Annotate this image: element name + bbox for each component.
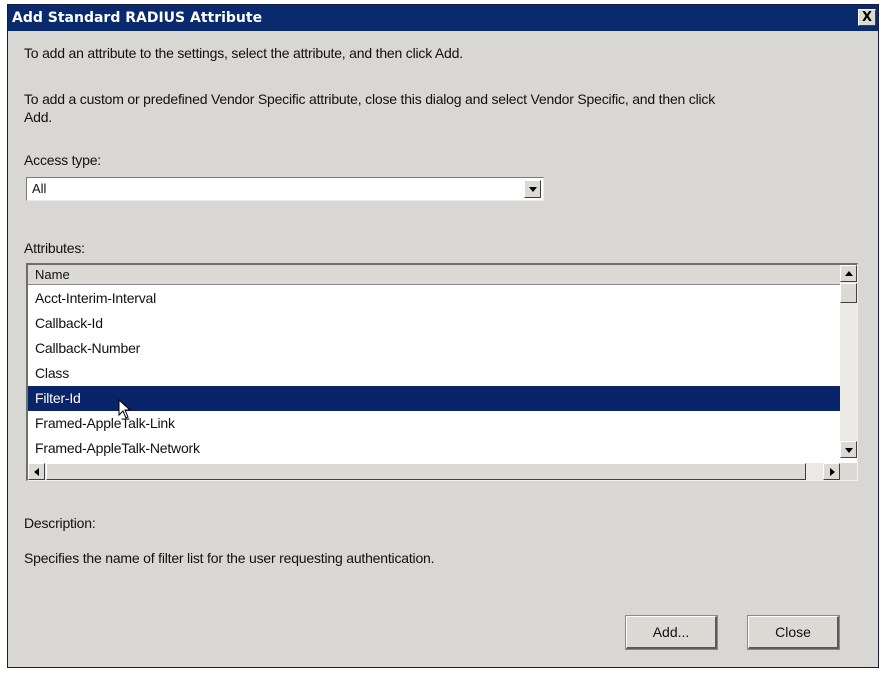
attributes-rows: Acct-Interim-Interval Callback-Id Callba… — [28, 286, 840, 461]
dialog-titlebar[interactable]: Add Standard RADIUS Attribute X — [8, 5, 878, 31]
scroll-up-button[interactable] — [840, 265, 857, 282]
chevron-down-icon — [529, 187, 537, 192]
list-item[interactable]: Framed-AppleTalk-Link — [28, 411, 840, 436]
access-type-dropdown[interactable]: All — [26, 177, 544, 201]
list-item[interactable]: Callback-Id — [28, 311, 840, 336]
dialog-title: Add Standard RADIUS Attribute — [12, 10, 263, 26]
horizontal-scroll-thumb[interactable] — [46, 463, 806, 480]
list-item-selected[interactable]: Filter-Id — [28, 386, 840, 411]
description-label: Description: — [24, 515, 96, 531]
arrow-up-icon — [845, 271, 853, 276]
vertical-scrollbar[interactable] — [840, 265, 857, 458]
add-radius-attribute-dialog: Add Standard RADIUS Attribute X To add a… — [7, 4, 879, 668]
list-item[interactable]: Acct-Interim-Interval — [28, 286, 840, 311]
scroll-left-button[interactable] — [28, 463, 45, 480]
horizontal-scrollbar[interactable] — [28, 463, 840, 480]
arrow-right-icon — [830, 468, 835, 476]
close-button[interactable]: Close — [747, 615, 840, 650]
attributes-label: Attributes: — [24, 240, 85, 256]
add-button[interactable]: Add... — [625, 615, 718, 650]
vertical-scroll-thumb[interactable] — [840, 283, 857, 303]
instruction-line-2-cont: Add. — [24, 109, 52, 125]
scroll-right-button[interactable] — [823, 463, 840, 480]
scroll-down-button[interactable] — [840, 441, 857, 458]
arrow-down-icon — [845, 448, 853, 453]
instruction-line-2: To add a custom or predefined Vendor Spe… — [24, 91, 716, 107]
scrollbar-corner — [840, 463, 857, 480]
access-type-value: All — [32, 181, 47, 196]
mouse-pointer-icon — [118, 399, 132, 419]
dropdown-arrow-button[interactable] — [524, 180, 541, 198]
access-type-label: Access type: — [24, 152, 101, 168]
list-item[interactable]: Framed-AppleTalk-Network — [28, 436, 840, 461]
attributes-list[interactable]: Name Acct-Interim-Interval Callback-Id C… — [26, 263, 858, 481]
list-item[interactable]: Callback-Number — [28, 336, 840, 361]
close-window-button[interactable]: X — [858, 9, 876, 26]
arrow-left-icon — [34, 468, 39, 476]
description-text: Specifies the name of filter list for th… — [24, 550, 435, 566]
instruction-line-1: To add an attribute to the settings, sel… — [24, 45, 463, 61]
column-header-name[interactable]: Name — [28, 265, 840, 285]
list-item[interactable]: Class — [28, 361, 840, 386]
